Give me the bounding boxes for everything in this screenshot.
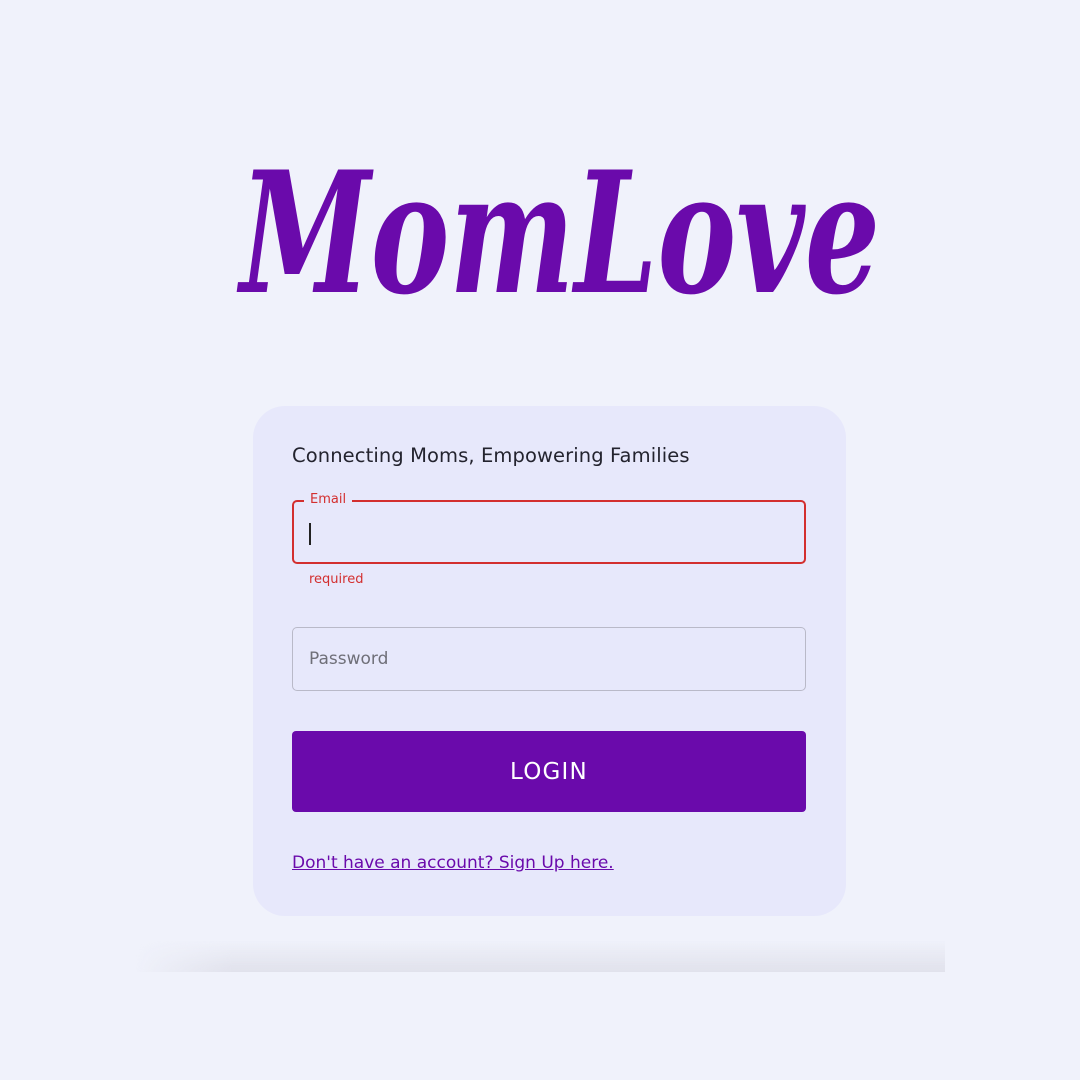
bottom-shadow (135, 940, 945, 972)
login-page: MomLove Connecting Moms, Empowering Fami… (0, 0, 1080, 1080)
logo: MomLove (200, 120, 920, 340)
password-field[interactable] (292, 627, 806, 691)
login-card: Connecting Moms, Empowering Families Ema… (253, 406, 846, 916)
password-input[interactable] (293, 628, 805, 690)
logo-text: MomLove (236, 134, 880, 332)
tagline: Connecting Moms, Empowering Families (292, 444, 690, 467)
email-helper-text: required (309, 572, 364, 587)
signup-link[interactable]: Don't have an account? Sign Up here. (292, 853, 614, 873)
login-button[interactable]: LOGIN (292, 731, 806, 812)
email-label: Email (304, 492, 353, 508)
email-field[interactable]: Email (292, 492, 806, 564)
logo-svg: MomLove (236, 134, 880, 332)
text-caret (309, 523, 311, 545)
